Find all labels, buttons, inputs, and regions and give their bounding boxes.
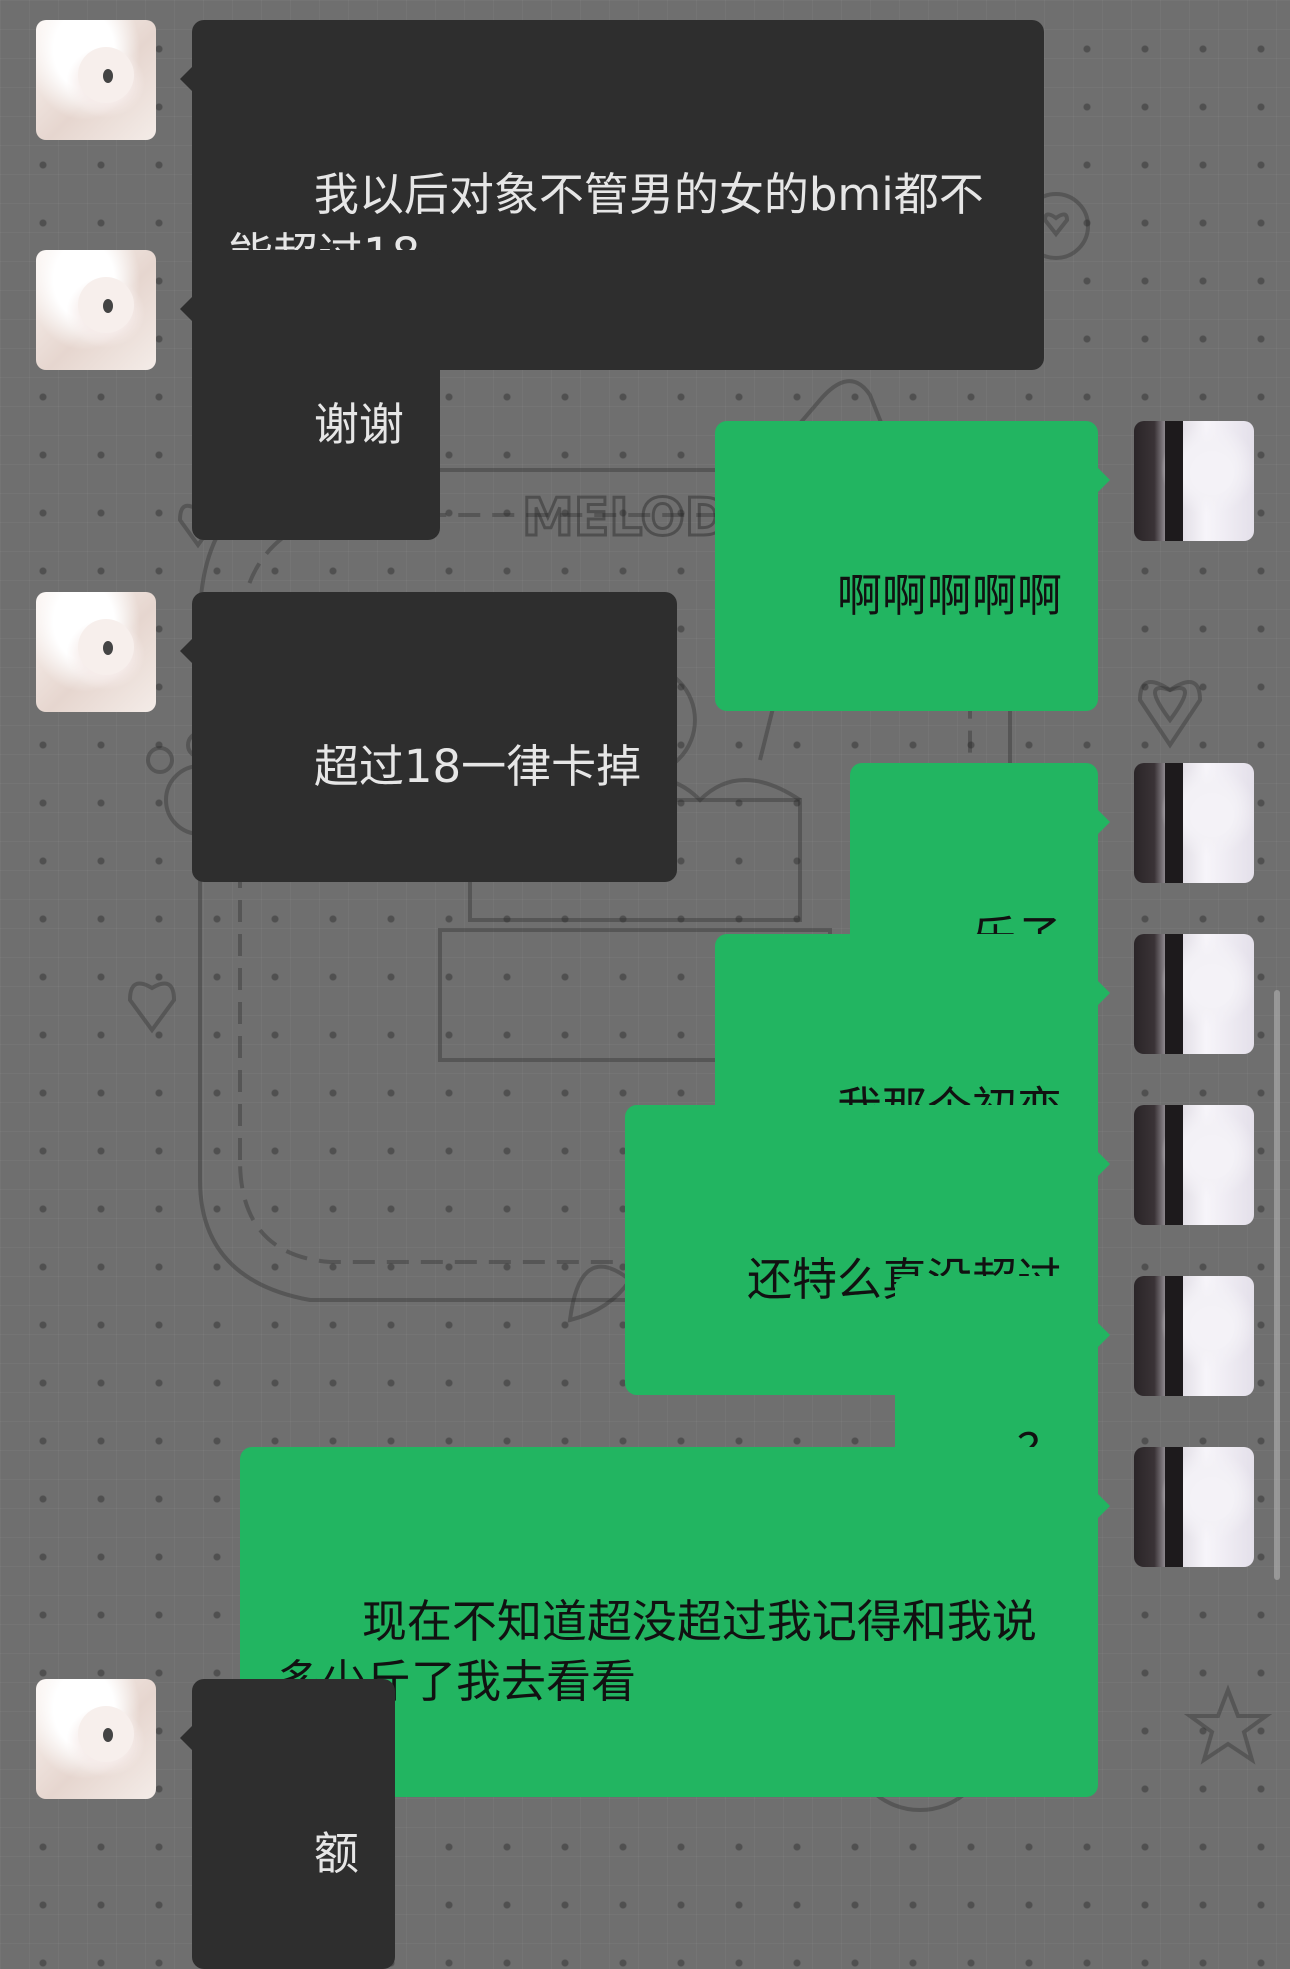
message-row: 乐子	[0, 763, 1290, 1053]
bubble-tail	[1097, 980, 1123, 1006]
avatar-image-icon	[78, 1706, 134, 1762]
bubble-tail	[1097, 1151, 1123, 1177]
chat-message-list[interactable]: 我以后对象不管男的女的bmi都不能超过18 谢谢 啊啊啊啊啊 超过18一律卡掉	[0, 0, 1290, 1969]
avatar-image-icon	[1165, 421, 1234, 541]
chat-scrollbar[interactable]	[1274, 990, 1280, 1580]
message-row: 我以后对象不管男的女的bmi都不能超过18	[0, 20, 1290, 370]
bubble-tail	[1097, 467, 1123, 493]
contact-avatar[interactable]	[36, 1679, 156, 1799]
avatar-image-icon	[1165, 934, 1234, 1054]
bubble-tail	[167, 66, 193, 92]
my-avatar[interactable]	[1134, 934, 1254, 1054]
bubble-tail	[167, 1725, 193, 1751]
received-message-bubble[interactable]: 额	[180, 1679, 395, 1969]
bubble-tail	[167, 296, 193, 322]
contact-avatar[interactable]	[36, 250, 156, 370]
message-row: ？	[0, 1276, 1290, 1566]
message-row: 还特么真没超过	[0, 1105, 1290, 1395]
bubble-tail	[1097, 809, 1123, 835]
bubble-tail	[167, 638, 193, 664]
bubble-tail	[1097, 1322, 1123, 1348]
contact-avatar[interactable]	[36, 592, 156, 712]
message-row: 我那个初恋	[0, 934, 1290, 1224]
message-row: 啊啊啊啊啊	[0, 421, 1290, 711]
avatar-image-icon	[1165, 1276, 1234, 1396]
avatar-image-icon	[78, 47, 134, 103]
avatar-image-icon	[1165, 1447, 1234, 1567]
avatar-image-icon	[78, 277, 134, 333]
my-avatar[interactable]	[1134, 1276, 1254, 1396]
bubble-tail	[1097, 1493, 1123, 1519]
message-row: 超过18一律卡掉	[0, 592, 1290, 882]
my-avatar[interactable]	[1134, 1105, 1254, 1225]
message-row: 谢谢	[0, 250, 1290, 540]
message-row: 现在不知道超没超过我记得和我说多少斤了我去看看	[0, 1447, 1290, 1797]
contact-avatar[interactable]	[36, 20, 156, 140]
avatar-image-icon	[1165, 763, 1234, 883]
message-text: 额	[313, 1827, 359, 1880]
my-avatar[interactable]	[1134, 421, 1254, 541]
my-avatar[interactable]	[1134, 1447, 1254, 1567]
avatar-image-icon	[1165, 1105, 1234, 1225]
my-avatar[interactable]	[1134, 763, 1254, 883]
message-row: 额	[0, 1679, 1290, 1969]
avatar-image-icon	[78, 619, 134, 675]
